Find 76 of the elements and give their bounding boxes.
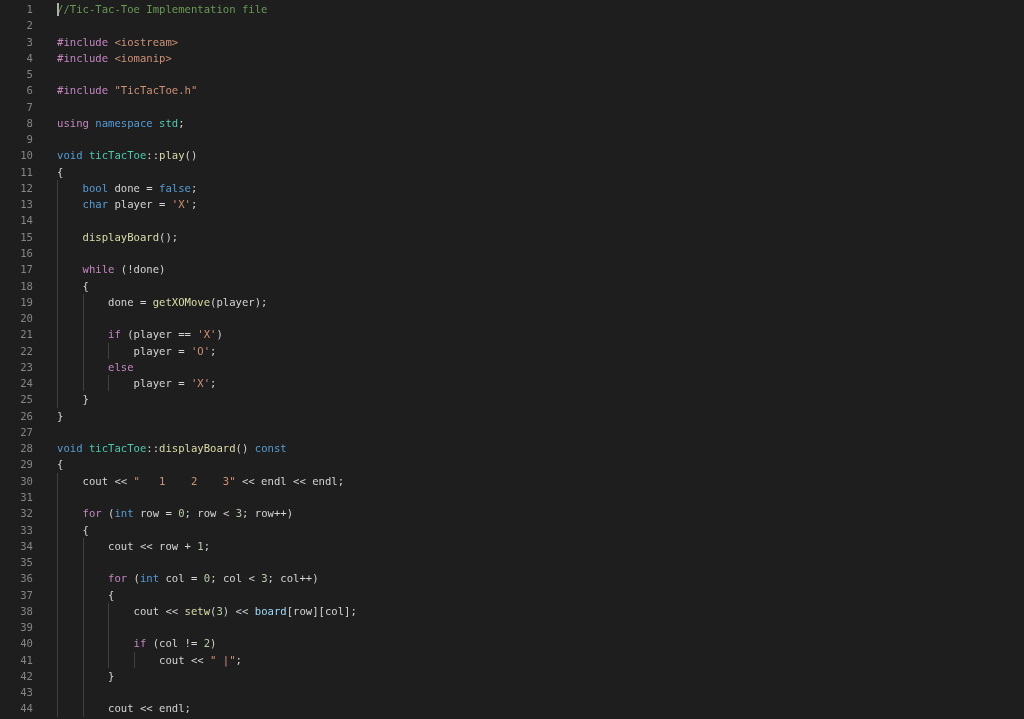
line-number: 8: [25, 115, 33, 131]
code-line: player = 'X';: [132, 377, 217, 390]
line-number: 23: [19, 359, 33, 375]
code-line: #include "TicTacToe.h": [57, 84, 198, 97]
code-line: cout << " 1 2 3" << endl << endl;: [81, 474, 345, 487]
line-number: 22: [19, 343, 33, 359]
line-number: 4: [25, 50, 33, 66]
line-number: 42: [19, 668, 33, 684]
line-number: 26: [19, 408, 33, 424]
line-number: 30: [19, 473, 33, 489]
line-number: 6: [25, 83, 33, 99]
line-number: 37: [19, 587, 33, 603]
code-line: {: [57, 458, 64, 471]
line-number: 16: [19, 246, 33, 261]
line-number: 3: [25, 34, 33, 50]
code-line: //Tic-Tac-Toe Implementation file: [57, 3, 268, 15]
line-number: 20: [19, 311, 33, 327]
code-line: player = 'O';: [132, 344, 217, 357]
line-number: 17: [19, 262, 33, 278]
line-number: 43: [19, 685, 33, 701]
code-line: done = getXOMove(player);: [107, 295, 268, 308]
code-line: bool done = false;: [81, 181, 198, 194]
code-line: #include <iostream>: [57, 35, 179, 48]
code-line: if (player == 'X'): [107, 328, 223, 341]
line-number: 29: [19, 457, 33, 473]
line-number: 11: [19, 164, 33, 180]
line-number: 27: [19, 424, 33, 440]
line-number: 7: [25, 99, 33, 115]
code-line: {: [81, 279, 89, 292]
line-number: 36: [19, 571, 33, 587]
line-number: 44: [19, 701, 33, 717]
code-line: else: [107, 360, 134, 373]
code-line: char player = 'X';: [81, 198, 198, 211]
line-number: 34: [19, 538, 33, 554]
code-line: {: [57, 165, 64, 178]
code-line: #include <iomanip>: [57, 51, 172, 64]
line-number: 39: [19, 620, 33, 636]
code-line: }: [57, 409, 64, 422]
line-number: 21: [19, 327, 33, 343]
line-number: 40: [19, 636, 33, 652]
code-line: void ticTacToe::play(): [57, 149, 198, 162]
code-line: cout << " |";: [158, 653, 242, 666]
line-number: 31: [19, 489, 33, 505]
code-line: cout << setw(3) << board[row][col];: [132, 604, 357, 617]
code-line: displayBoard();: [81, 230, 179, 243]
line-number: 2: [25, 18, 33, 34]
line-number: 12: [19, 180, 33, 196]
code-line: }: [107, 669, 115, 682]
line-number: 10: [19, 148, 33, 164]
code-line: }: [81, 393, 89, 406]
line-number: 5: [25, 67, 33, 83]
line-number: 19: [19, 294, 33, 310]
code-line: cout << endl;: [107, 702, 191, 715]
line-number: 41: [19, 652, 33, 668]
line-number: 13: [19, 197, 33, 213]
line-number: 25: [19, 392, 33, 408]
line-number: 32: [19, 506, 33, 522]
code-line: for (int col = 0; col < 3; col++): [107, 572, 319, 585]
code-line: using namespace std;: [57, 116, 185, 129]
code-line: while (!done): [81, 263, 166, 276]
code-line: void ticTacToe::displayBoard() const: [57, 442, 287, 455]
line-number: 24: [19, 376, 33, 392]
code-line: if (col != 2): [132, 637, 217, 650]
line-number: 28: [19, 441, 33, 457]
code-line: {: [81, 523, 89, 536]
code-line: cout << row + 1;: [107, 539, 211, 552]
line-number: 1: [25, 2, 33, 17]
line-number: 15: [19, 229, 33, 245]
line-number: 38: [19, 603, 33, 619]
code-line: for (int row = 0; row < 3; row++): [81, 507, 294, 520]
line-number: 18: [19, 278, 33, 294]
code-line: {: [107, 588, 115, 601]
line-number: 14: [19, 213, 33, 229]
line-number: 9: [25, 132, 33, 148]
line-number: 33: [19, 522, 33, 538]
line-number: 35: [19, 555, 33, 571]
